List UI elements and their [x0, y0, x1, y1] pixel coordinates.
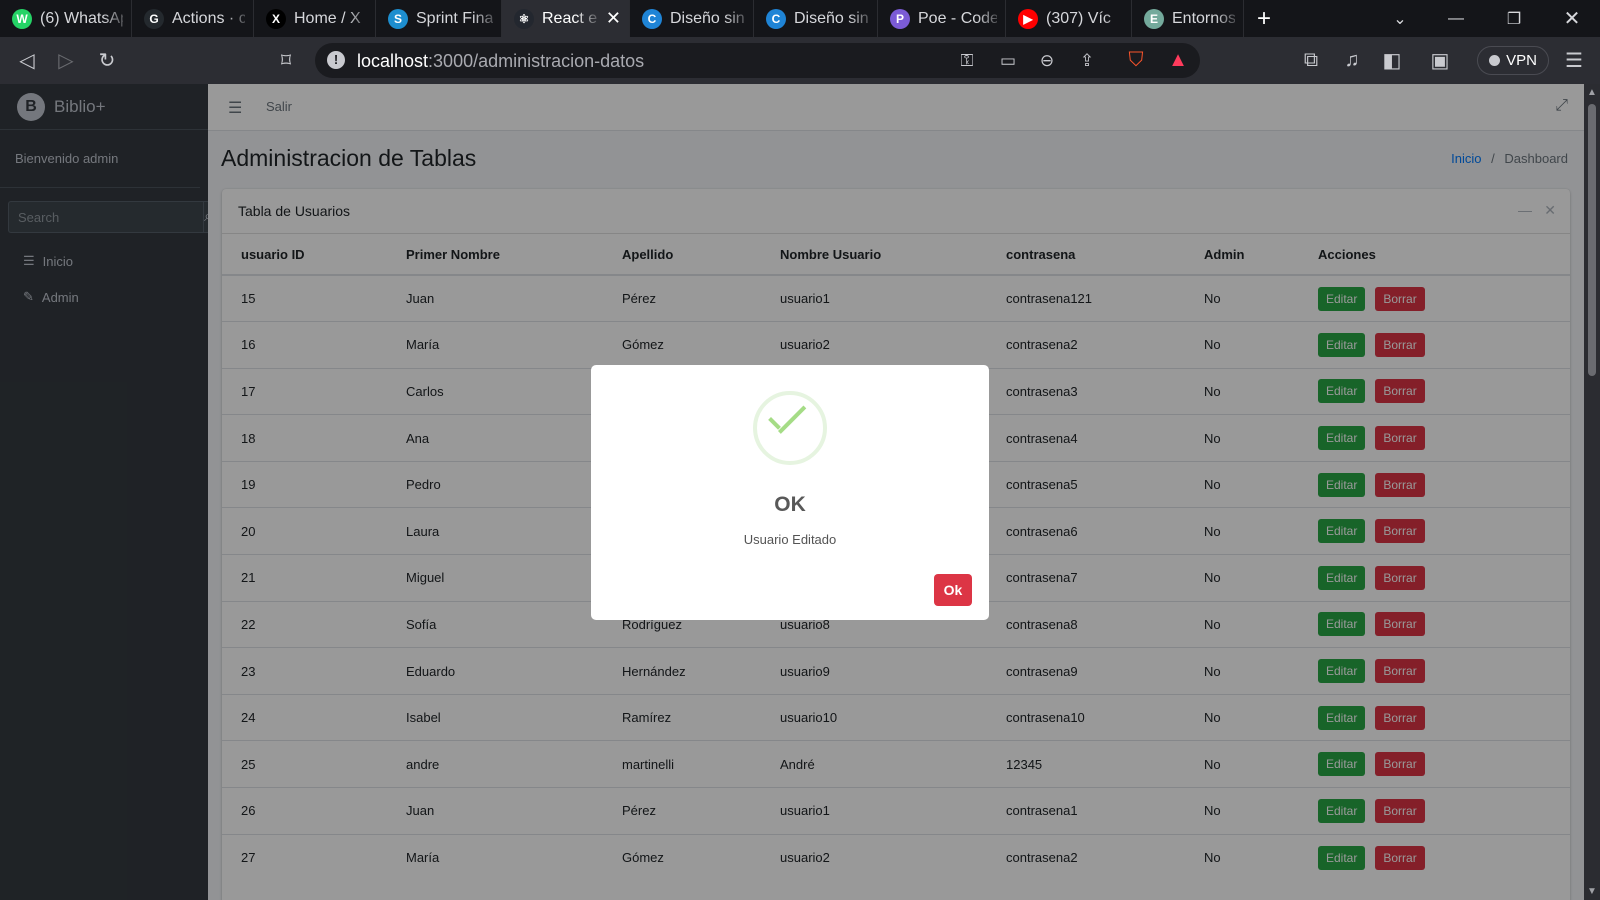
vpn-button[interactable]: VPN	[1477, 46, 1549, 75]
extensions-icon[interactable]: ⧉	[1293, 37, 1329, 84]
browser-menu-icon[interactable]: ☰	[1556, 37, 1592, 84]
vpn-status-icon	[1489, 55, 1501, 66]
browser-tab[interactable]: ▶ (307) Víc	[1006, 0, 1132, 37]
restore-window-button[interactable]: ❐	[1486, 0, 1542, 37]
bookmark-icon[interactable]: ⌑	[268, 37, 304, 84]
browser-tab[interactable]: X Home / X	[254, 0, 376, 37]
tab-label: (307) Víc	[1046, 9, 1111, 27]
browser-tab[interactable]: CDiseño sin t	[630, 0, 754, 37]
close-window-button[interactable]: ✕	[1544, 0, 1600, 37]
browser-tab-bar: W(6) WhatsAppGActions · crisXHome / XSSp…	[0, 0, 1600, 37]
browser-tab[interactable]: GActions · cris	[132, 0, 254, 37]
share-icon[interactable]: ⇪	[1072, 43, 1102, 78]
youtube-icon: ▶	[1018, 8, 1038, 29]
x-icon: X	[266, 8, 286, 29]
dialog-message: Usuario Editado	[743, 532, 837, 547]
ok-button[interactable]: Ok	[934, 574, 972, 606]
browser-tab[interactable]: S Sprint Final	[376, 0, 502, 37]
zoom-out-icon[interactable]: ⊖	[1032, 43, 1062, 78]
sidebar-toggle-icon[interactable]: ◧	[1374, 37, 1410, 84]
page-scrollbar[interactable]: ▲ ▼	[1584, 84, 1600, 900]
canva-icon: C	[766, 8, 786, 29]
site-info-icon[interactable]: !	[327, 51, 345, 69]
scrollbar-thumb[interactable]	[1588, 104, 1596, 376]
dialog-title: OK	[774, 493, 806, 516]
scroll-up-icon[interactable]: ▲	[1587, 87, 1597, 98]
brave-shields-icon[interactable]: ⛉	[1121, 43, 1151, 78]
scroll-down-icon[interactable]: ▼	[1587, 886, 1597, 897]
chatgpt-icon: E	[1144, 8, 1164, 29]
browser-tab[interactable]: CDiseño sin t	[754, 0, 878, 37]
browser-toolbar: ◁ ▷ ↻ ⌑ ! localhost:3000/administracion-…	[0, 37, 1600, 84]
react-icon: ⚛	[514, 8, 534, 29]
success-dialog: OK Usuario Editado Ok	[591, 365, 989, 620]
close-tab-icon[interactable]: ✕	[606, 8, 621, 29]
poe-icon: P	[890, 8, 910, 29]
brave-rewards-icon[interactable]: ▲	[1163, 43, 1193, 78]
tab-list-chevron-icon[interactable]: ⌄	[1372, 0, 1428, 37]
browser-tab[interactable]: E Entornos	[1132, 0, 1244, 37]
cast-icon[interactable]: ▭	[993, 43, 1023, 78]
back-button[interactable]: ◁	[9, 37, 45, 84]
github-icon: G	[144, 8, 164, 29]
address-bar[interactable]: ! localhost:3000/administracion-datos	[315, 43, 1200, 78]
password-key-icon[interactable]: ⚿	[952, 43, 982, 78]
media-icon[interactable]: ♫	[1334, 37, 1370, 84]
wallet-icon[interactable]: ▣	[1422, 37, 1458, 84]
trello-icon: S	[388, 8, 408, 29]
reload-button[interactable]: ↻	[89, 37, 125, 84]
browser-tab[interactable]: ⚛ React e ✕	[502, 0, 630, 37]
browser-tab[interactable]: P Poe - Code	[878, 0, 1006, 37]
success-check-icon	[753, 391, 827, 465]
url-text[interactable]: localhost:3000/administracion-datos	[357, 51, 644, 72]
minimize-window-button[interactable]: —	[1428, 0, 1484, 37]
new-tab-button[interactable]: +	[1244, 0, 1284, 37]
forward-button[interactable]: ▷	[48, 37, 84, 84]
whatsapp-icon: W	[12, 8, 32, 29]
canva-icon: C	[642, 8, 662, 29]
browser-tab[interactable]: W(6) WhatsApp	[0, 0, 132, 37]
